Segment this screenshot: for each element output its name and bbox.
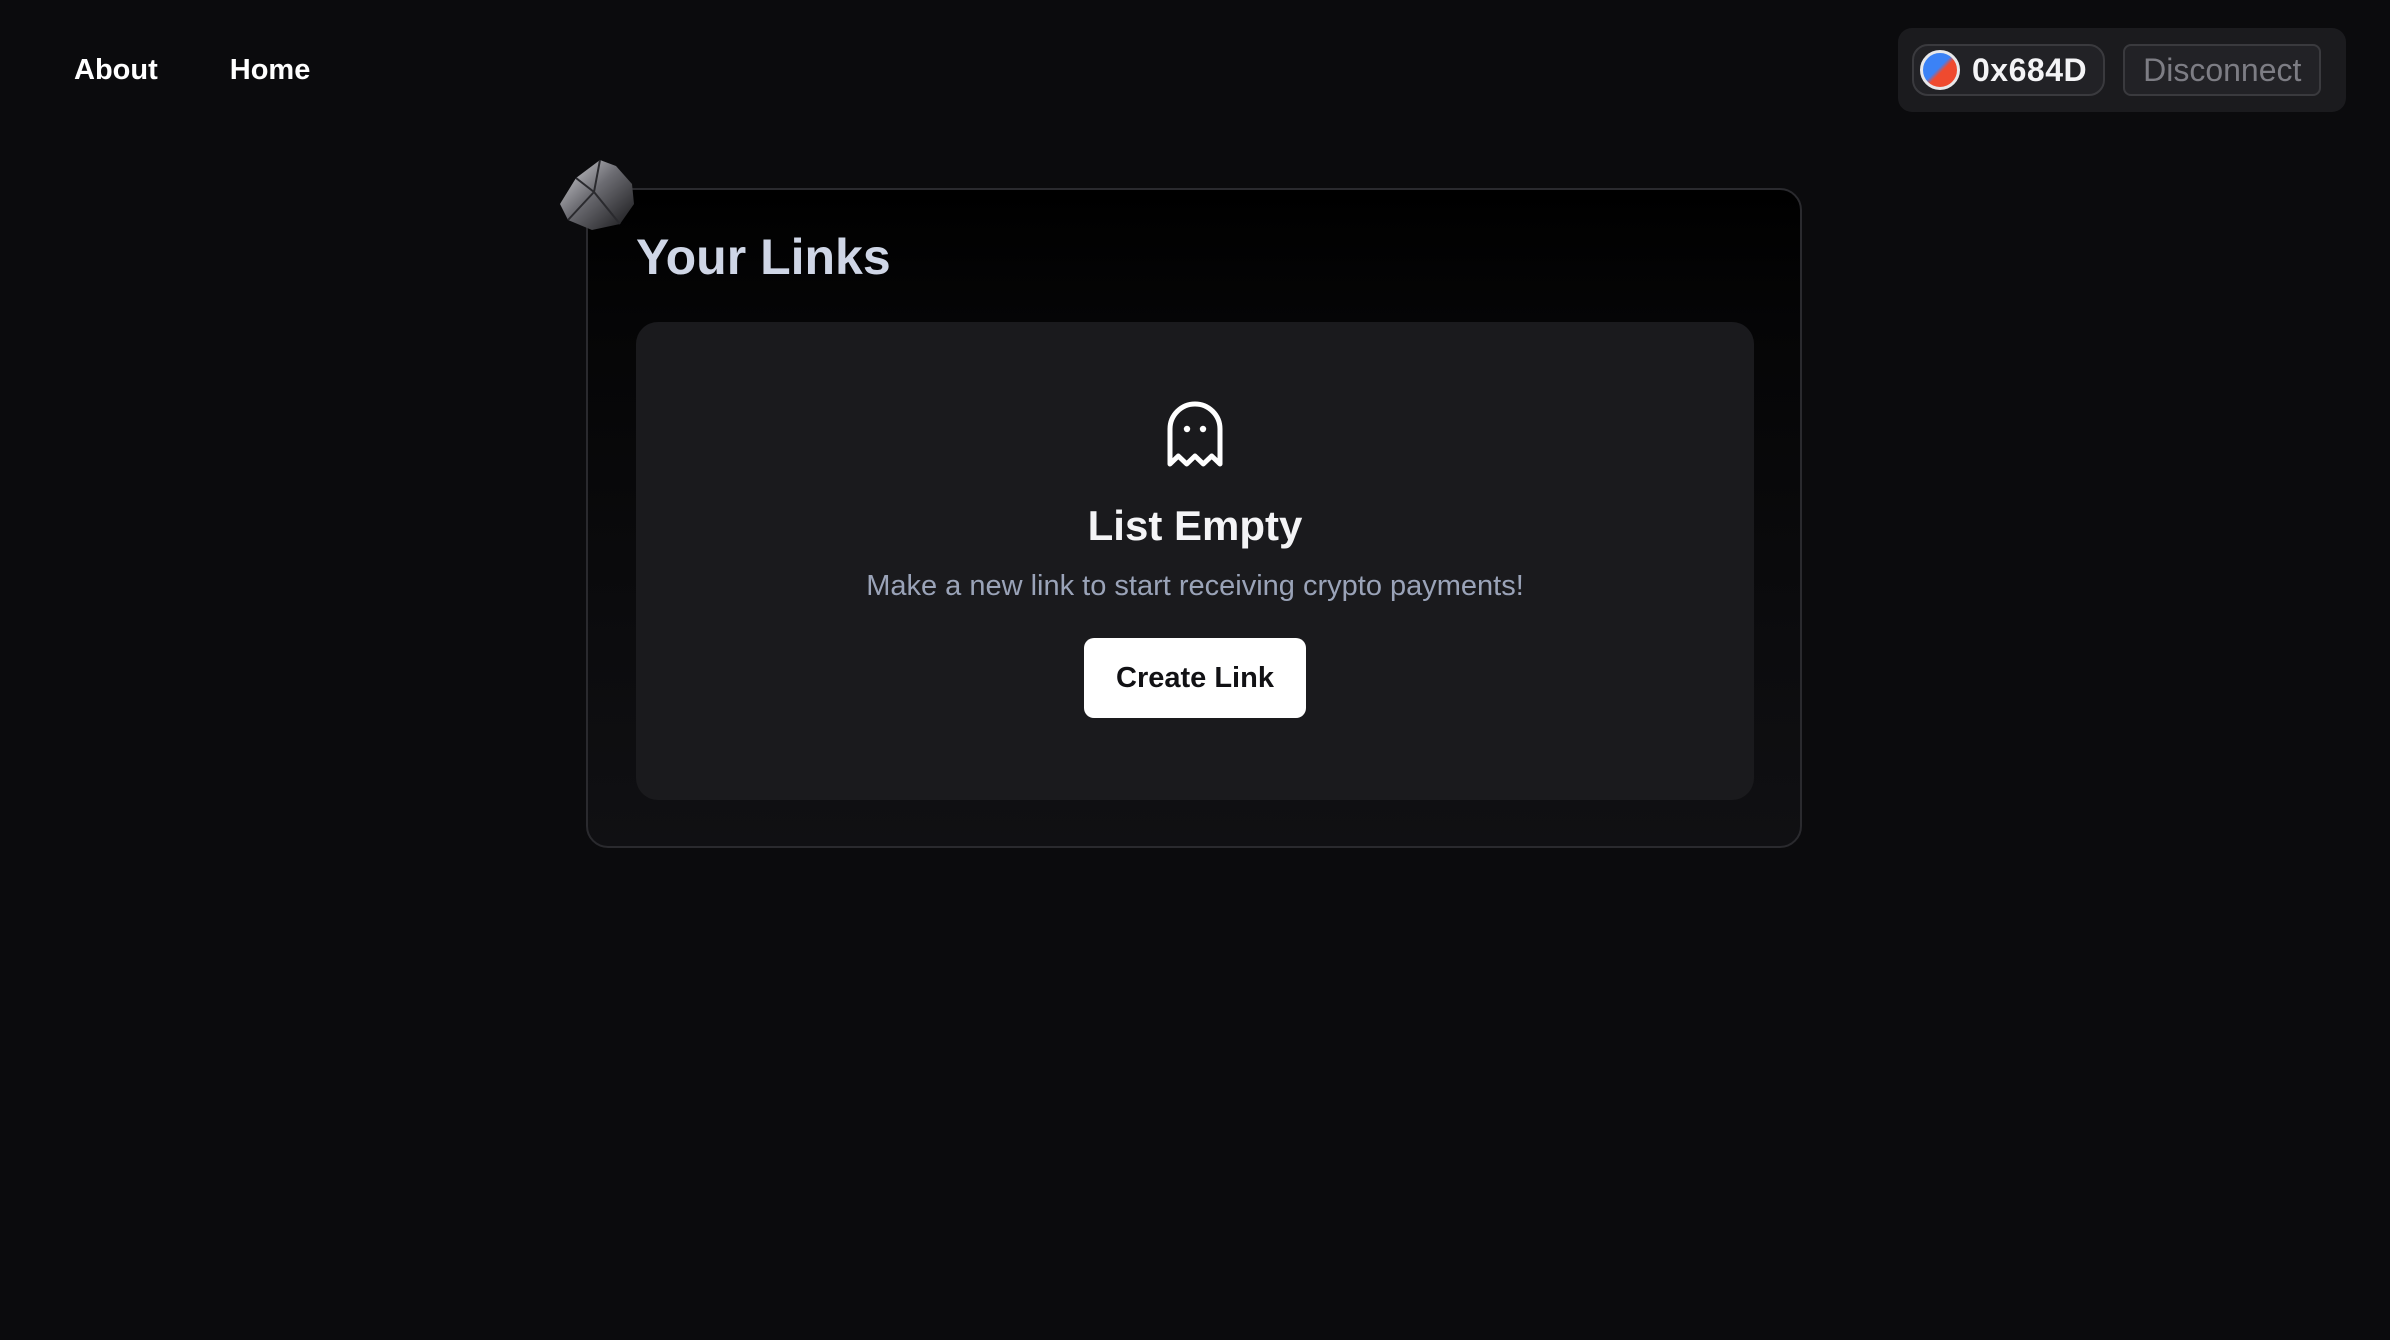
account-address: 0x684D xyxy=(1972,51,2088,88)
rock-icon xyxy=(560,159,634,230)
nav-link-home[interactable]: Home xyxy=(230,50,311,90)
create-link-button[interactable]: Create Link xyxy=(1084,638,1306,718)
wallet-panel: 0x684D Disconnect xyxy=(1898,28,2346,112)
page: About Home 0x684D Disconnect Your Links … xyxy=(0,0,2390,1340)
top-nav: About Home xyxy=(74,50,310,90)
ghost-icon xyxy=(1167,401,1223,467)
nav-link-about[interactable]: About xyxy=(74,50,158,90)
account-button[interactable]: 0x684D xyxy=(1912,44,2106,96)
links-card: Your Links List Empty Make a new link to… xyxy=(586,188,1802,848)
empty-state-subtitle: Make a new link to start receiving crypt… xyxy=(866,570,1524,602)
empty-state-panel: List Empty Make a new link to start rece… xyxy=(636,322,1754,800)
disconnect-button[interactable]: Disconnect xyxy=(2123,44,2322,96)
page-title: Your Links xyxy=(636,229,891,285)
wallet-avatar-icon xyxy=(1920,50,1960,90)
empty-state-title: List Empty xyxy=(1087,502,1303,549)
